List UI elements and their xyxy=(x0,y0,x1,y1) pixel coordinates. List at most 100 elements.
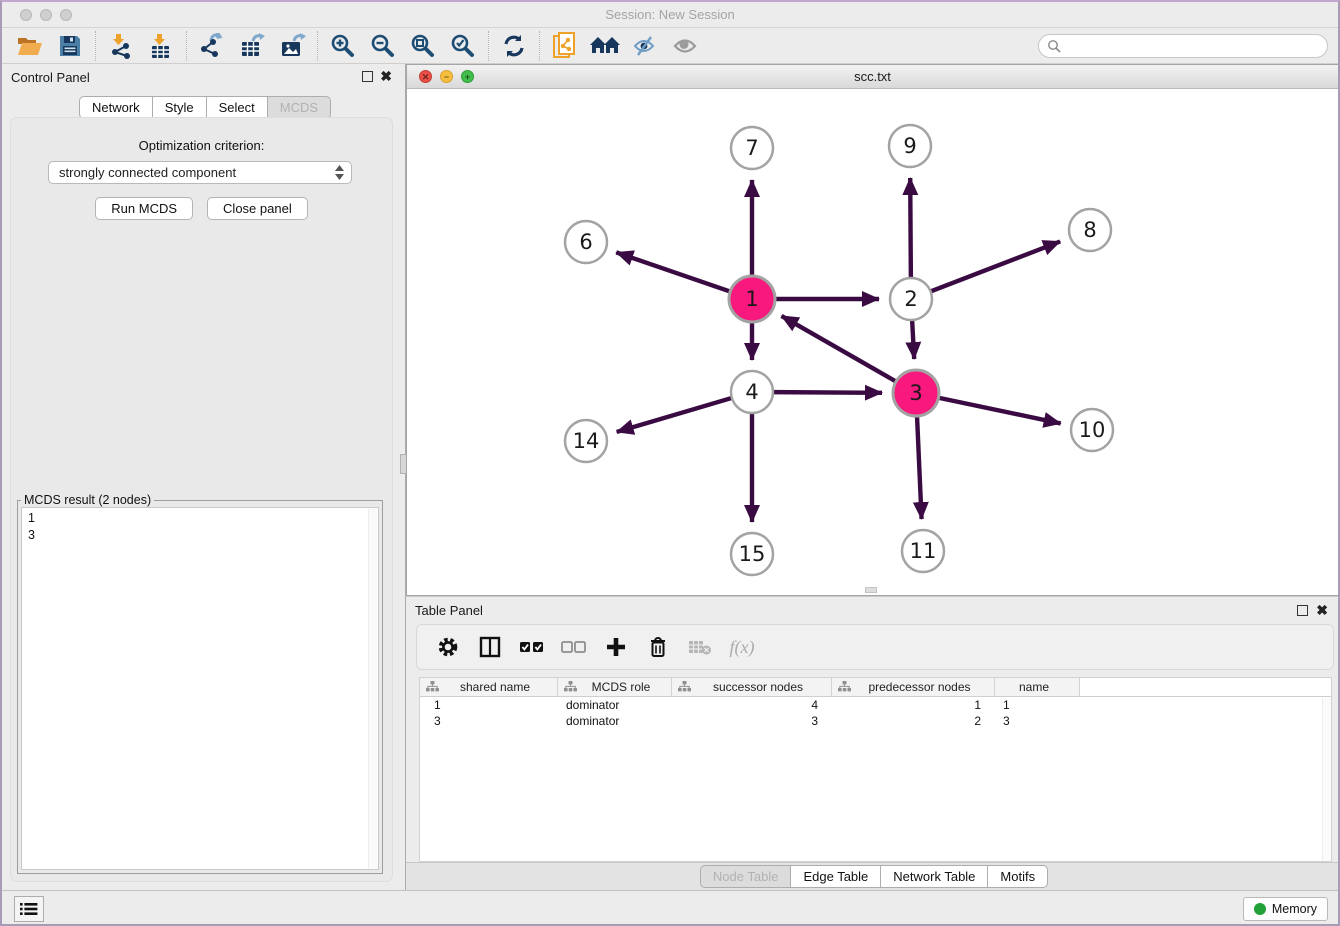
graph-node-15[interactable]: 15 xyxy=(731,533,773,575)
import-table-icon[interactable] xyxy=(141,30,181,62)
float-table-panel-icon[interactable] xyxy=(1297,605,1308,616)
node-label: 11 xyxy=(910,539,937,563)
graph-node-8[interactable]: 8 xyxy=(1069,209,1111,251)
control-panel-header: Control Panel ✖ xyxy=(2,64,405,90)
table-cell: 3 xyxy=(420,713,558,729)
column-header-MCDS-role[interactable]: MCDS role xyxy=(558,678,672,696)
network-graph[interactable]: 7 9 6 8 1 2 4 3 14 10 15 11 xyxy=(407,89,1337,595)
tab-style[interactable]: Style xyxy=(153,96,207,119)
edge-3-10[interactable] xyxy=(939,398,1061,424)
edge-4-14[interactable] xyxy=(617,398,732,432)
canvas-scroll-handle[interactable] xyxy=(865,587,877,593)
tab-network-table[interactable]: Network Table xyxy=(881,865,988,888)
delete-icon[interactable] xyxy=(645,634,671,660)
edge-3-1[interactable] xyxy=(781,316,896,382)
table-cell: 3 xyxy=(672,713,832,729)
optimization-label: Optimization criterion: xyxy=(11,138,392,153)
close-panel-icon[interactable]: ✖ xyxy=(380,69,392,83)
run-mcds-button[interactable]: Run MCDS xyxy=(95,197,193,220)
mcds-result-text[interactable]: 1 3 xyxy=(21,507,379,870)
function-icon[interactable]: f(x) xyxy=(729,634,755,660)
node-label: 4 xyxy=(745,380,758,404)
table-row[interactable]: 3dominator323 xyxy=(420,713,1331,729)
table-panel-title: Table Panel xyxy=(415,603,483,618)
tab-edge-table[interactable]: Edge Table xyxy=(791,865,881,888)
tab-select[interactable]: Select xyxy=(207,96,268,119)
control-panel: Control Panel ✖ NetworkStyleSelectMCDS O… xyxy=(2,64,406,890)
node-label: 2 xyxy=(904,287,917,311)
node-label: 8 xyxy=(1083,218,1096,242)
edge-4-3[interactable] xyxy=(773,392,882,393)
column-header-shared-name[interactable]: shared name xyxy=(420,678,558,696)
edge-2-3[interactable] xyxy=(912,320,914,359)
save-icon[interactable] xyxy=(50,30,90,62)
zoom-selected-icon[interactable] xyxy=(443,30,483,62)
status-bar: Memory xyxy=(2,890,1338,926)
graph-node-6[interactable]: 6 xyxy=(565,221,607,263)
select-all-icon[interactable] xyxy=(519,634,545,660)
graph-node-1[interactable]: 1 xyxy=(729,276,775,322)
open-folder-icon[interactable] xyxy=(10,30,50,62)
toolbar-separator xyxy=(539,31,540,61)
network-from-file-icon[interactable] xyxy=(545,30,585,62)
columns-icon[interactable] xyxy=(477,634,503,660)
tab-network[interactable]: Network xyxy=(79,96,153,119)
delete-table-icon[interactable] xyxy=(687,634,713,660)
edge-1-6[interactable] xyxy=(616,252,730,291)
table-row[interactable]: 1dominator411 xyxy=(420,697,1331,713)
column-header-predecessor-nodes[interactable]: predecessor nodes xyxy=(832,678,995,696)
graph-node-11[interactable]: 11 xyxy=(902,530,944,572)
refresh-icon[interactable] xyxy=(494,30,534,62)
network-canvas[interactable]: 7 9 6 8 1 2 4 3 14 10 15 11 xyxy=(407,89,1338,595)
table-scrollbar[interactable] xyxy=(1322,698,1331,861)
memory-button[interactable]: Memory xyxy=(1243,897,1328,921)
export-image-icon[interactable] xyxy=(272,30,312,62)
result-scrollbar[interactable] xyxy=(368,509,377,868)
mcds-panel: Optimization criterion: strongly connect… xyxy=(10,117,393,882)
node-label: 7 xyxy=(745,136,758,160)
home-icon[interactable] xyxy=(585,30,625,62)
close-table-panel-icon[interactable]: ✖ xyxy=(1316,603,1328,617)
gear-icon[interactable] xyxy=(435,634,461,660)
graph-node-3[interactable]: 3 xyxy=(893,370,939,416)
add-icon[interactable] xyxy=(603,634,629,660)
graph-node-4[interactable]: 4 xyxy=(731,371,773,413)
zoom-out-icon[interactable] xyxy=(363,30,403,62)
column-header-name[interactable]: name xyxy=(995,678,1080,696)
node-label: 9 xyxy=(903,134,916,158)
table-tabs: Node TableEdge TableNetwork TableMotifs xyxy=(700,865,1048,888)
memory-status-icon xyxy=(1254,903,1266,915)
tab-motifs[interactable]: Motifs xyxy=(988,865,1048,888)
table-cell: 1 xyxy=(995,697,1080,713)
export-table-icon[interactable] xyxy=(232,30,272,62)
graph-node-7[interactable]: 7 xyxy=(731,127,773,169)
edge-3-11[interactable] xyxy=(917,416,922,519)
deselect-all-icon[interactable] xyxy=(561,634,587,660)
zoom-fit-icon[interactable] xyxy=(403,30,443,62)
table-tabs-bar: Node TableEdge TableNetwork TableMotifs xyxy=(406,862,1340,890)
search-input[interactable] xyxy=(1038,34,1328,58)
node-table[interactable]: shared nameMCDS rolesuccessor nodesprede… xyxy=(419,677,1332,862)
close-panel-button[interactable]: Close panel xyxy=(207,197,308,220)
float-panel-icon[interactable] xyxy=(362,71,373,82)
column-header-successor-nodes[interactable]: successor nodes xyxy=(672,678,832,696)
import-network-icon[interactable] xyxy=(101,30,141,62)
edge-2-8[interactable] xyxy=(931,242,1061,292)
optimization-dropdown[interactable]: strongly connected component xyxy=(48,161,352,184)
tab-node-table[interactable]: Node Table xyxy=(700,865,792,888)
network-view-title: scc.txt xyxy=(407,69,1338,84)
task-list-button[interactable] xyxy=(14,896,44,922)
graph-node-2[interactable]: 2 xyxy=(890,278,932,320)
edge-2-9[interactable] xyxy=(910,178,911,278)
graph-node-14[interactable]: 14 xyxy=(565,420,607,462)
export-network-icon[interactable] xyxy=(192,30,232,62)
graph-node-9[interactable]: 9 xyxy=(889,125,931,167)
tab-mcds[interactable]: MCDS xyxy=(268,96,331,119)
graph-node-10[interactable]: 10 xyxy=(1071,409,1113,451)
zoom-in-icon[interactable] xyxy=(323,30,363,62)
table-body: 1dominator4113dominator323 xyxy=(420,697,1331,729)
node-label: 15 xyxy=(739,542,766,566)
eye-icon[interactable] xyxy=(665,30,705,62)
control-panel-title: Control Panel xyxy=(11,70,90,85)
hide-icon[interactable] xyxy=(625,30,665,62)
